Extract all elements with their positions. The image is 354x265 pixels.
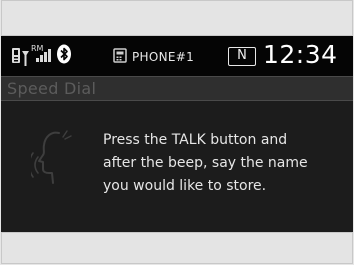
message-line: after the beep, say the name — [103, 155, 308, 171]
message-line: Press the TALK button and — [103, 132, 288, 148]
screen-header: Speed Dial — [1, 76, 353, 101]
clock: 12:34 — [263, 40, 338, 69]
phone-indicator: PHONE#1 — [113, 47, 194, 67]
screenshot-frame: RM PHONE#1 N 12:34 Speed Dial Press the … — [0, 0, 354, 265]
bluetooth-icon — [56, 44, 72, 68]
voice-speak-icon — [28, 127, 77, 197]
voice-instruction-message: Press the TALK button and after the beep… — [103, 129, 349, 198]
roam-indicator-icon: RM — [22, 44, 46, 68]
top-margin — [1, 0, 353, 36]
status-bar: RM PHONE#1 N 12:34 — [1, 36, 353, 76]
main-content: Press the TALK button and after the beep… — [1, 101, 353, 232]
message-line: you would like to store. — [103, 178, 267, 194]
phone-label: PHONE#1 — [132, 50, 195, 64]
status-icons: RM — [11, 44, 72, 68]
display-screen: RM PHONE#1 N 12:34 Speed Dial Press the … — [1, 36, 353, 232]
page-title: Speed Dial — [7, 79, 97, 98]
gear-indicator: N — [228, 47, 256, 66]
bottom-margin — [1, 232, 353, 264]
phone-icon — [113, 47, 127, 67]
phone-signal-icon — [11, 44, 21, 68]
